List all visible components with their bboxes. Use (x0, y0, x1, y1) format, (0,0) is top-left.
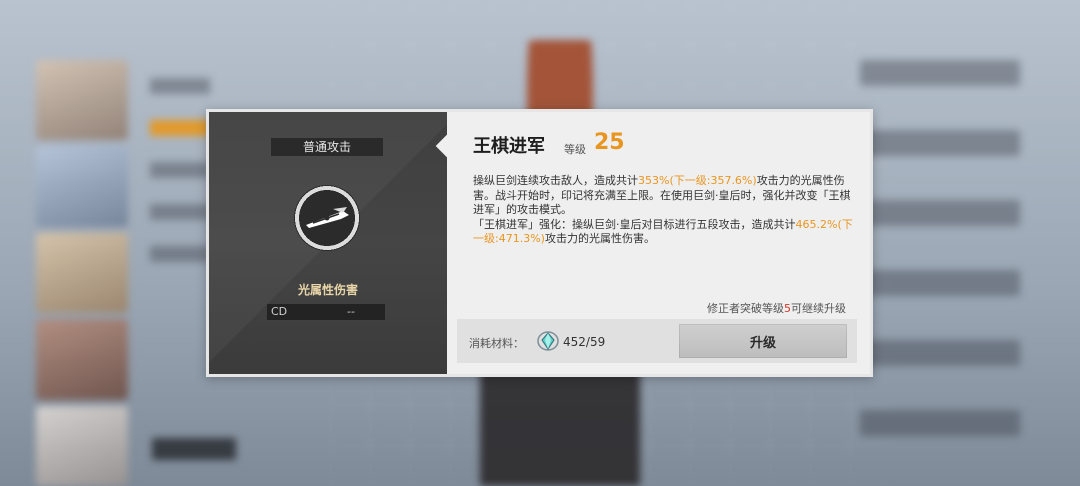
skill-list-item (860, 200, 1020, 226)
character-portrait (36, 319, 128, 400)
skill-name: 王棋进军 (473, 136, 545, 157)
cooldown-label: CD (271, 305, 288, 318)
character-portrait (36, 146, 128, 227)
skill-list-item (860, 270, 1020, 296)
character-portrait (36, 60, 128, 141)
skill-description: 操纵巨剑连续攻击敌人，造成共计353%(下一级:357.6%) 攻击力的光属性伤害… (473, 174, 853, 247)
side-menu-item (150, 204, 210, 220)
character-portrait (36, 232, 128, 314)
skill-detail-panel: 王棋进军 等级 25 操纵巨剑连续攻击敌人，造成共计353%(下一级:357.6… (447, 112, 870, 374)
cost-label: 消耗材料： (469, 337, 524, 350)
desc-highlight: 353%(下一级:357.6%) (638, 174, 757, 187)
element-type-label: 光属性伤害 (297, 283, 358, 297)
side-menu-item (150, 120, 210, 136)
skill-list-item (860, 340, 1020, 366)
requirement-suffix: 可继续升级 (791, 302, 846, 315)
desc-text: 攻击力的光属性伤害。 (544, 232, 655, 245)
sword-skill-icon (294, 185, 360, 251)
skill-list-item (860, 60, 1020, 86)
skill-list-item (860, 130, 1020, 156)
crystal-material-icon (537, 331, 559, 351)
skill-list (860, 60, 1020, 480)
desc-text: 操纵巨剑连续攻击敌人，造成共计 (473, 174, 638, 187)
background-button (152, 438, 236, 460)
skill-level: 25 (594, 130, 625, 155)
cost-bar: 消耗材料： 452/59 升级 (457, 319, 857, 363)
skill-summary-panel: 普通攻击 光属性伤害 CD -- (209, 112, 459, 374)
skill-list-item (860, 410, 1020, 436)
requirement-level: 5 (784, 302, 791, 315)
level-label: 等级 (564, 143, 586, 156)
cooldown-value: -- (347, 305, 355, 318)
character-roster (36, 60, 132, 486)
sword-icon (306, 207, 349, 228)
side-menu-item (150, 78, 210, 94)
side-menu-item (150, 162, 210, 178)
skill-detail-dialog: 普通攻击 光属性伤害 CD -- 王棋进军 等级 25 操纵巨剑连续攻击敌人，造… (206, 109, 873, 377)
requirement-prefix: 修正者突破等级 (707, 302, 784, 315)
side-menu-item (150, 246, 210, 262)
character-portrait (36, 405, 128, 486)
desc-text: 「王棋进军」强化：操纵巨剑·皇后对目标进行五段攻击，造成共计 (473, 217, 796, 231)
side-menu (150, 78, 210, 378)
upgrade-button[interactable]: 升级 (679, 324, 847, 358)
cooldown-row: CD -- (267, 304, 385, 320)
attack-type-label: 普通攻击 (271, 138, 383, 156)
material-count: 452/59 (563, 335, 606, 349)
upgrade-requirement: 修正者突破等级5可继续升级 (707, 300, 846, 316)
